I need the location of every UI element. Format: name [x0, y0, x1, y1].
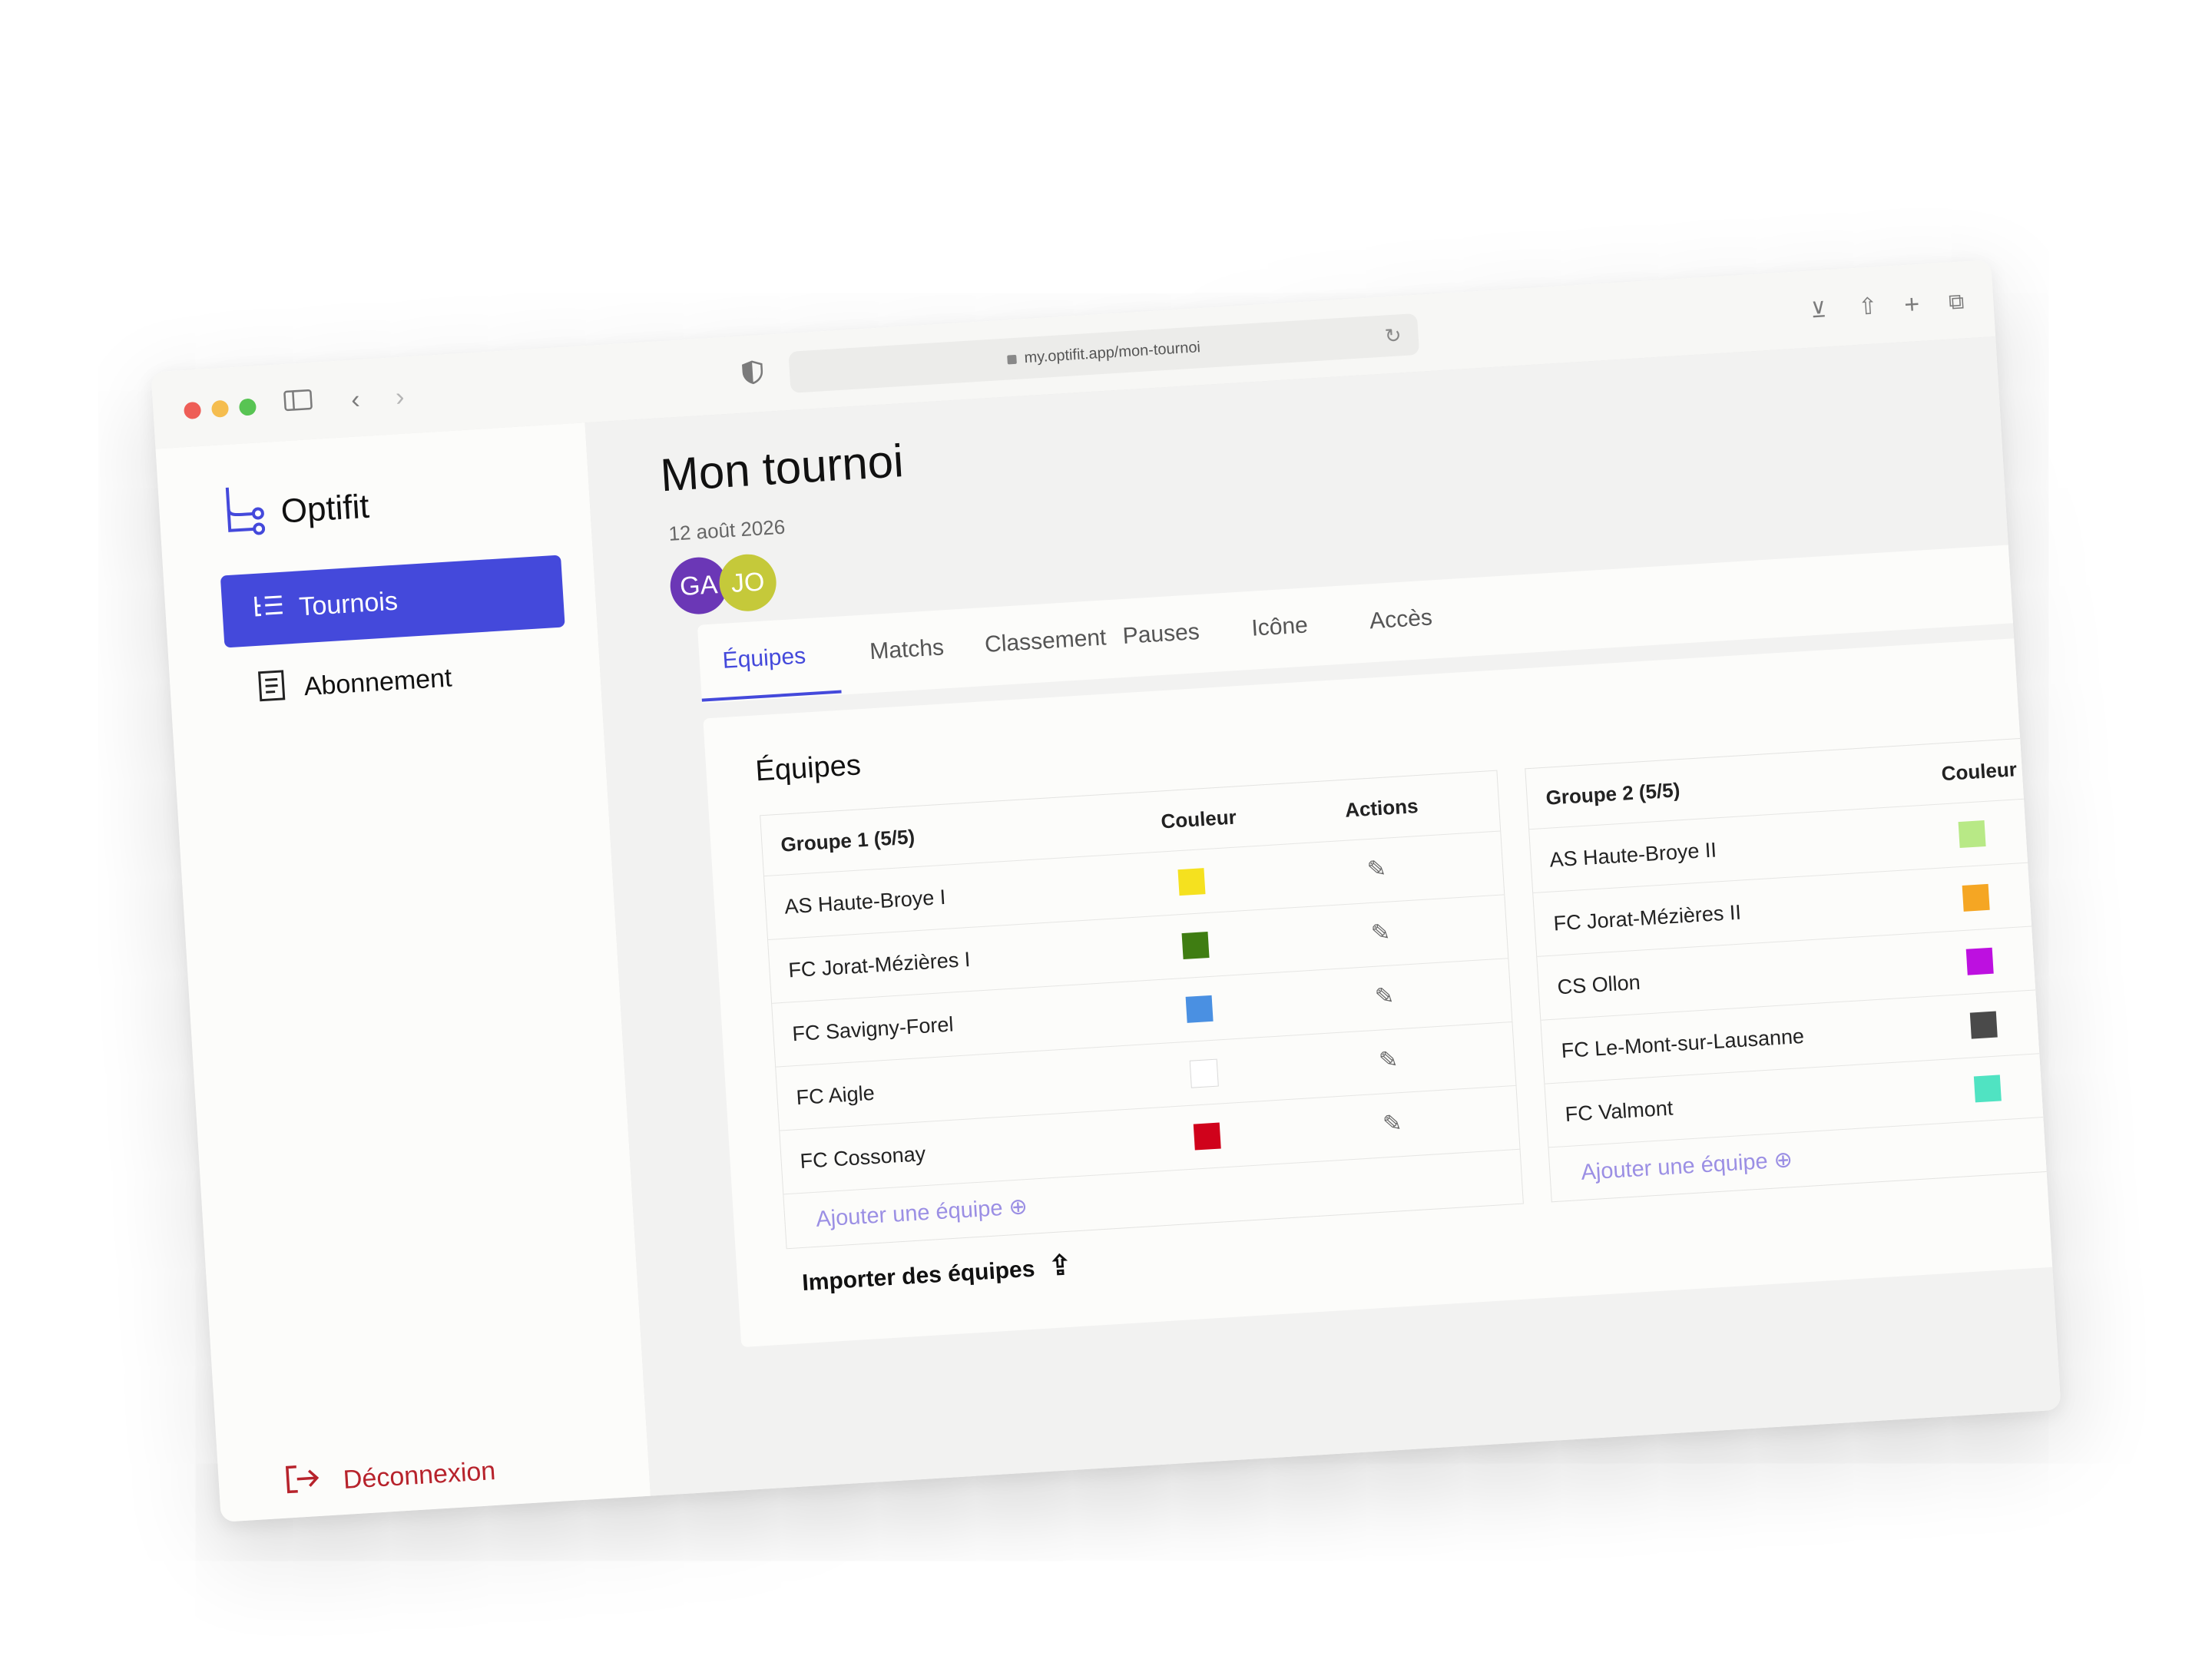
column-header-color: Couleur [1940, 757, 2018, 786]
sidebar-item-tournois[interactable]: Tournois [220, 555, 565, 648]
page-title: Mon tournoi [658, 435, 906, 502]
group-1-table: Groupe 1 (5/5) Couleur Actions AS Haute-… [760, 770, 1524, 1250]
back-icon[interactable]: ‹ [350, 384, 361, 416]
sidebar: Optifit Tournois Abonnement Déconnexion [155, 422, 651, 1522]
team-color-swatch[interactable] [1958, 820, 1986, 849]
team-name: AS Haute-Broye II [1548, 838, 1717, 872]
team-color-swatch[interactable] [1193, 1122, 1221, 1151]
pencil-icon[interactable]: ✎ [1378, 1043, 1399, 1078]
team-name: FC Valmont [1564, 1096, 1674, 1127]
column-header-color: Couleur [1160, 805, 1237, 833]
card-title: Équipes [754, 749, 863, 788]
sidebar-item-label: Abonnement [303, 663, 453, 701]
team-name: FC Jorat-Mézières II [1552, 900, 1742, 935]
team-name: AS Haute-Broye I [783, 885, 947, 919]
sidebar-toggle-icon[interactable] [283, 387, 313, 419]
browser-window: ‹ › my.optifit.app/mon-tournoi ↻ ⊻ ⇧ + ⧉ [151, 260, 2061, 1522]
team-color-swatch[interactable] [1962, 883, 1990, 912]
pencil-icon[interactable]: ✎ [1382, 1107, 1403, 1141]
sidebar-item-label: Tournois [298, 586, 399, 621]
team-color-swatch[interactable] [1973, 1075, 2002, 1103]
tab-icone[interactable]: Icône [1250, 612, 1308, 641]
tab-pauses[interactable]: Pauses [1122, 619, 1200, 650]
add-team-label: Ajouter une équipe [815, 1196, 1004, 1232]
tournament-date: 12 août 2026 [667, 515, 786, 545]
group-2-table: Groupe 2 (5/5) Couleur AS Haute-Broye II… [1525, 734, 2061, 1203]
pencil-icon[interactable]: ✎ [1370, 916, 1392, 951]
import-teams-button[interactable]: Importer des équipes ⇪ [801, 1249, 1073, 1297]
sidebar-item-abonnement[interactable]: Abonnement [225, 634, 570, 727]
tabs-overview-icon[interactable]: ⧉ [1948, 286, 1965, 317]
logout-icon [284, 1462, 322, 1503]
plus-circle-icon: ⊕ [1008, 1194, 1028, 1220]
receipt-icon [257, 668, 305, 709]
team-color-swatch[interactable] [1185, 995, 1214, 1023]
maximize-window-button[interactable] [238, 398, 257, 416]
team-color-swatch[interactable] [1969, 1011, 1998, 1039]
minimize-window-button[interactable] [210, 399, 230, 418]
logo-icon [220, 482, 267, 545]
team-name: CS Ollon [1556, 970, 1641, 999]
avatar[interactable]: JO [717, 552, 778, 613]
main-content: Mon tournoi 12 août 2026 GA JO Équipes M… [584, 336, 2061, 1496]
group-title: Groupe 2 (5/5) [1545, 778, 1681, 810]
close-window-button[interactable] [183, 401, 202, 420]
team-name: FC Cossonay [799, 1142, 926, 1173]
team-name: FC Jorat-Mézières I [787, 947, 972, 982]
brand[interactable]: Optifit [220, 476, 371, 546]
teams-card: Équipes Groupe 1 (5/5) Couleur Actions A… [703, 637, 2061, 1348]
forward-icon[interactable]: › [395, 382, 406, 413]
logout-button[interactable]: Déconnexion [284, 1452, 497, 1503]
team-color-swatch[interactable] [1177, 868, 1206, 896]
upload-icon: ⇪ [1047, 1248, 1073, 1282]
shield-icon [741, 359, 764, 392]
stage: ‹ › my.optifit.app/mon-tournoi ↻ ⊻ ⇧ + ⧉ [0, 0, 2212, 1659]
share-icon[interactable]: ⇧ [1857, 291, 1879, 323]
pencil-icon[interactable]: ✎ [1374, 979, 1396, 1014]
group-title: Groupe 1 (5/5) [780, 825, 916, 856]
pencil-icon[interactable]: ✎ [1366, 853, 1388, 887]
active-tab-indicator [701, 690, 842, 702]
list-icon [252, 592, 300, 625]
url-text: my.optifit.app/mon-tournoi [1023, 339, 1201, 367]
logout-label: Déconnexion [342, 1455, 497, 1495]
team-color-swatch[interactable] [1189, 1058, 1219, 1088]
team-name: FC Aigle [795, 1081, 876, 1110]
team-color-swatch[interactable] [1965, 947, 1994, 975]
team-name: FC Savigny-Forel [791, 1012, 955, 1046]
tab-matchs[interactable]: Matchs [869, 634, 945, 665]
team-color-swatch[interactable] [1181, 932, 1210, 960]
plus-circle-icon: ⊕ [1773, 1147, 1793, 1174]
reload-icon[interactable]: ↻ [1384, 323, 1402, 347]
download-icon[interactable]: ⊻ [1810, 294, 1827, 326]
tab-acces[interactable]: Accès [1369, 604, 1433, 634]
new-tab-icon[interactable]: + [1903, 289, 1920, 320]
column-header-actions: Actions [1344, 794, 1419, 822]
import-label: Importer des équipes [801, 1256, 1036, 1296]
tab-classement[interactable]: Classement [984, 624, 1107, 658]
brand-name: Optifit [280, 487, 371, 531]
tab-equipes[interactable]: Équipes [722, 643, 806, 674]
add-team-label: Ajouter une équipe [1580, 1149, 1769, 1185]
lock-icon [1007, 354, 1018, 365]
